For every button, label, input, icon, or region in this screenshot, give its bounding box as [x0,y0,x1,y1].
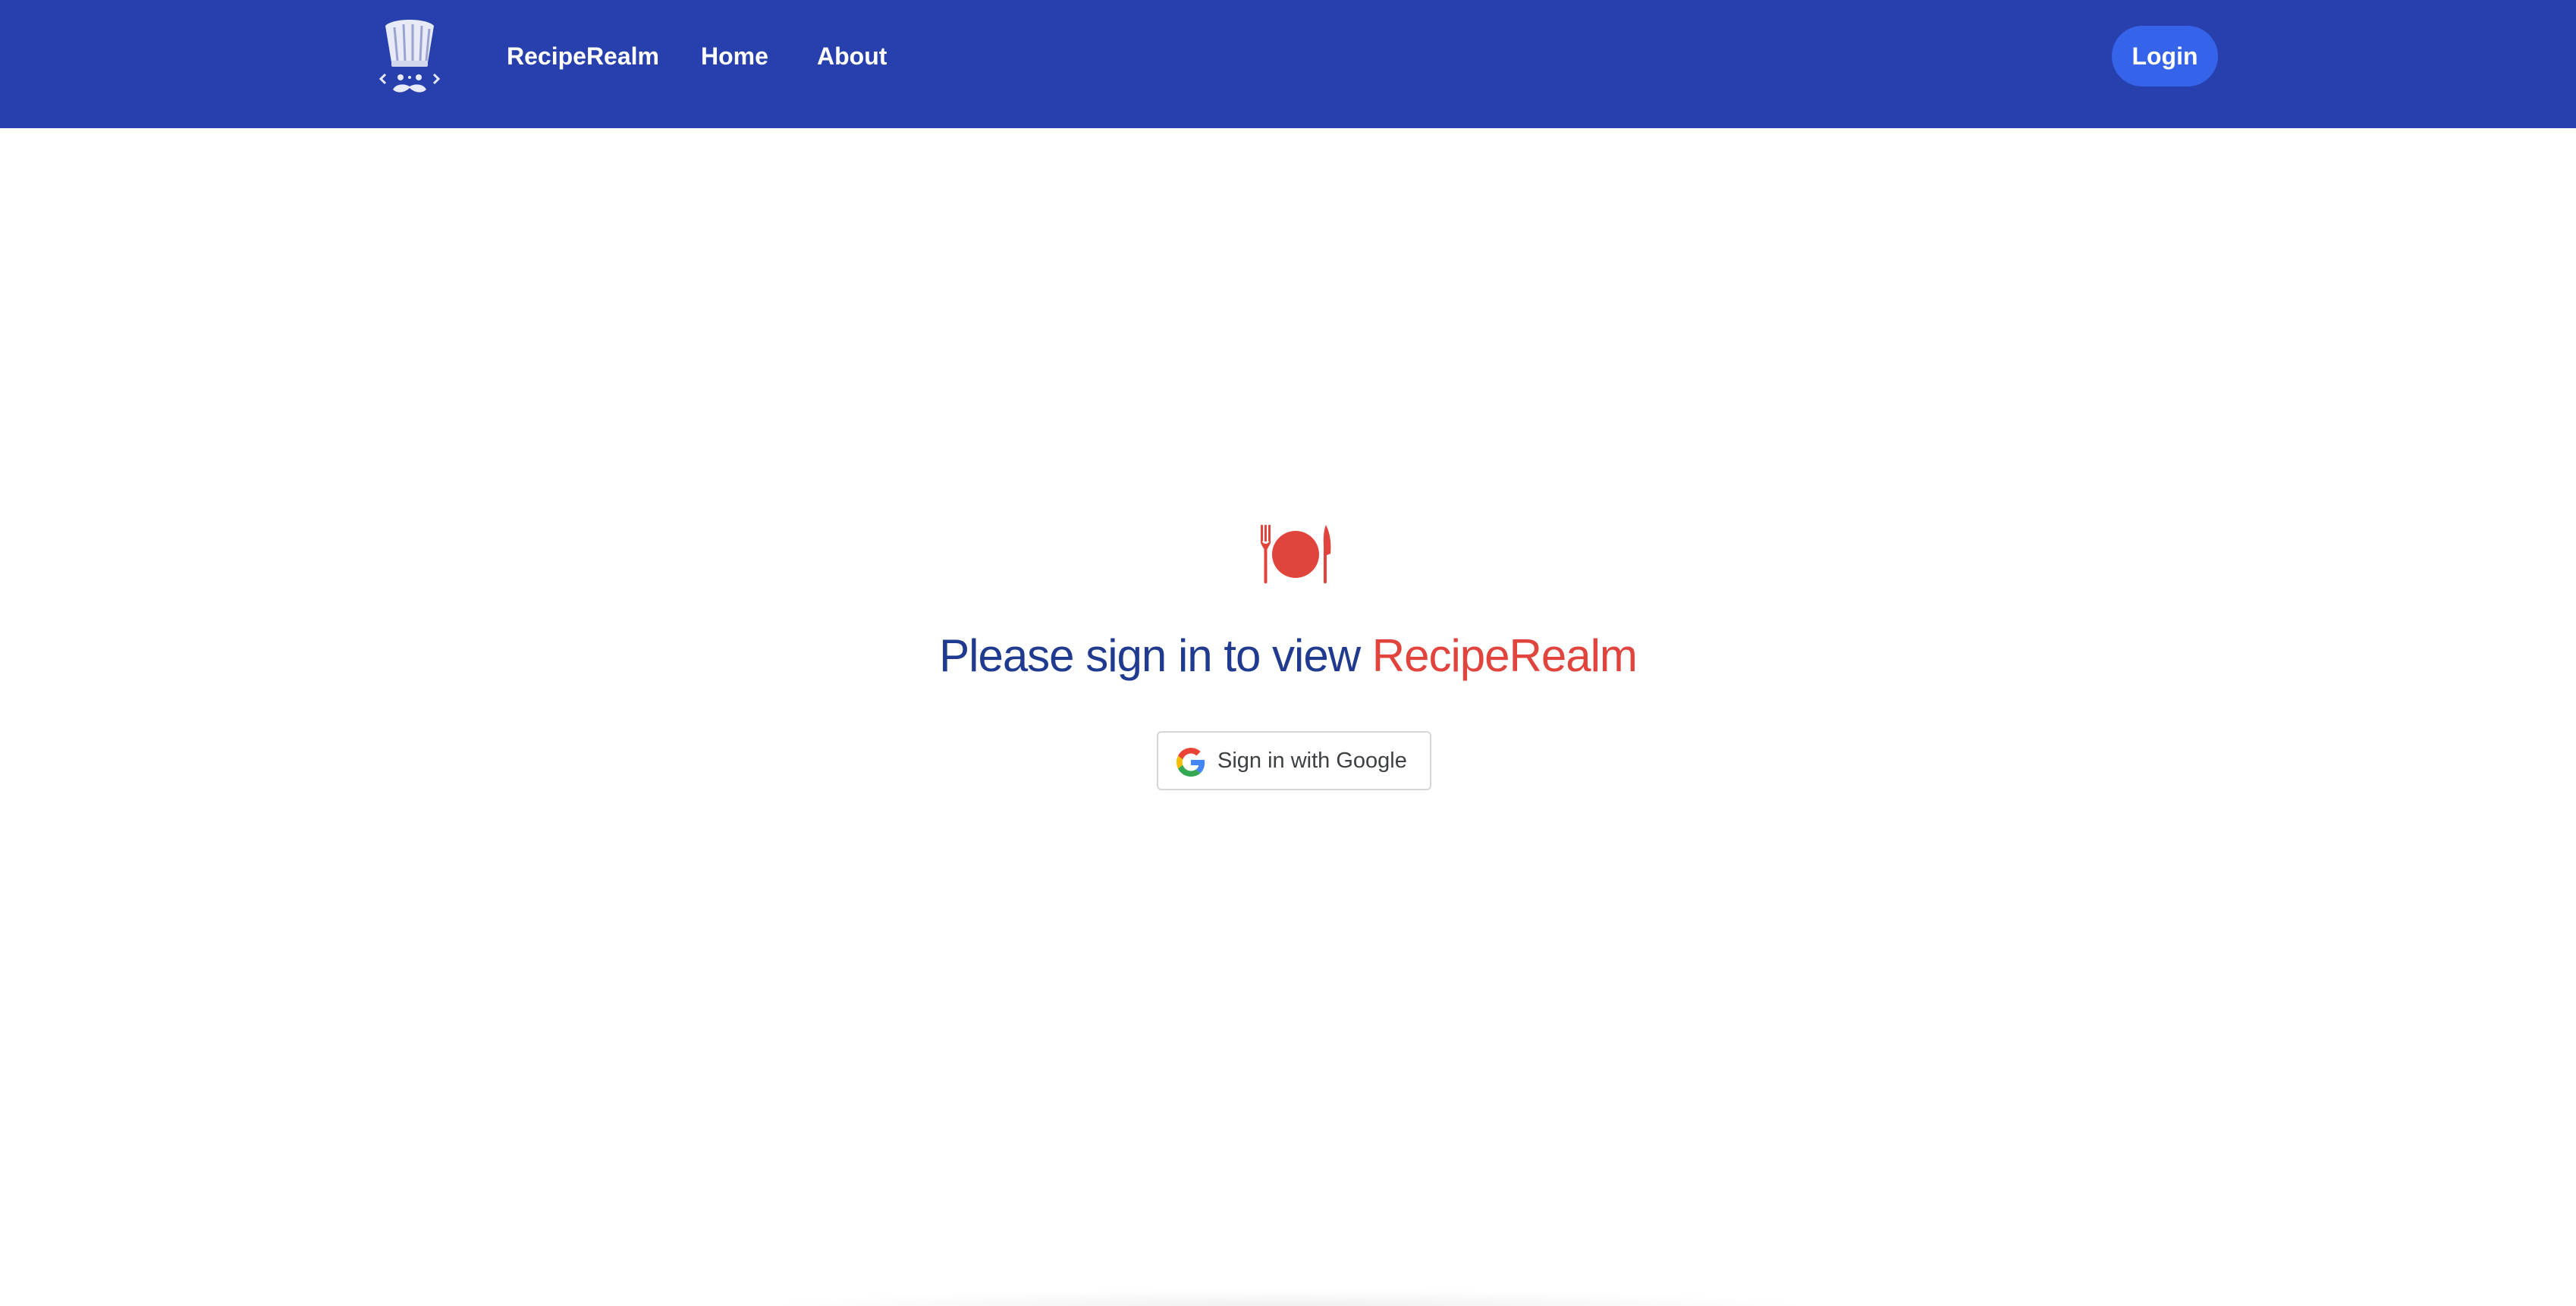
footer-shadow [759,1289,1817,1306]
brand-link[interactable]: RecipeRealm [507,39,659,73]
google-signin-label: Sign in with Google [1217,749,1407,773]
login-button[interactable]: Login [2112,26,2218,86]
top-navbar: RecipeRealm Home About Login [0,0,2576,128]
headline-brand-text: RecipeRealm [1371,630,1638,681]
nav-home-link[interactable]: Home [701,39,768,73]
fork-plate-knife-icon [1259,523,1332,586]
signin-headline: Please sign in to view RecipeRealm [834,622,1742,690]
google-g-icon [1176,748,1205,777]
headline-lead-text: Please sign in to view [939,630,1361,681]
google-signin-button[interactable]: Sign in with Google [1157,731,1431,790]
nav-about-link[interactable]: About [817,39,887,73]
chef-hat-logo-icon[interactable] [379,18,441,97]
